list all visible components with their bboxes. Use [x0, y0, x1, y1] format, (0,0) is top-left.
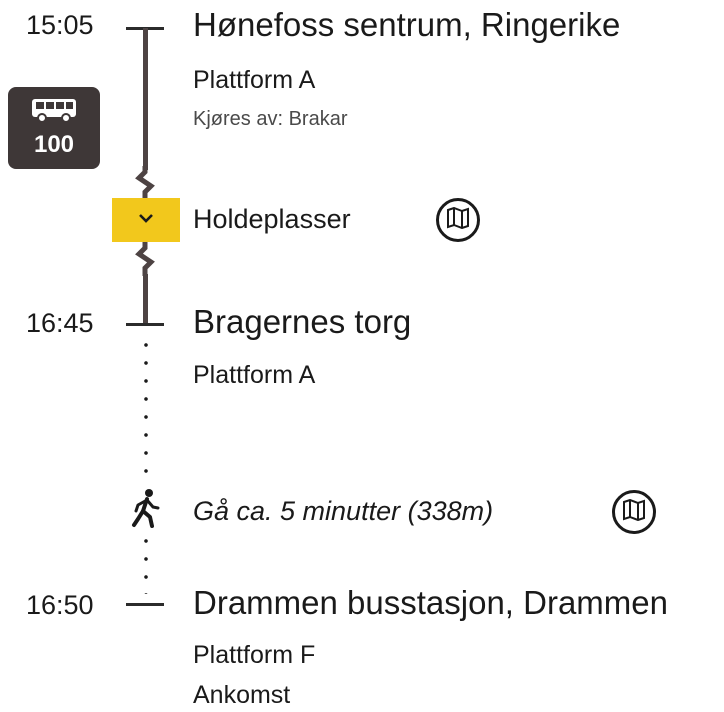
bus-line-badge: 100 — [8, 87, 100, 169]
platform-label: Plattform F — [193, 641, 316, 669]
stops-toggle-label[interactable]: Holdeplasser — [193, 204, 351, 235]
timeline-rail — [143, 28, 148, 170]
chevron-down-icon — [138, 211, 154, 229]
departure-time: 15:05 — [26, 10, 94, 40]
walking-path — [144, 336, 148, 482]
timeline-rail — [143, 274, 148, 324]
timeline-break — [135, 242, 155, 276]
map-icon — [446, 206, 470, 234]
arrival-status: Ankomst — [193, 681, 291, 709]
platform-label: Plattform A — [193, 361, 316, 389]
timeline-break — [135, 166, 155, 200]
walking-path — [144, 532, 148, 594]
timeline-tick — [126, 603, 164, 606]
arrival-time: 16:50 — [26, 590, 94, 620]
map-icon — [622, 498, 646, 526]
bus-icon — [31, 98, 77, 129]
expand-stops-button[interactable] — [112, 198, 180, 242]
walk-duration: Gå ca. 5 minutter (338m) — [193, 496, 494, 526]
operator-label: Kjøres av: Brakar — [193, 108, 348, 130]
map-button[interactable] — [612, 490, 656, 534]
departure-time: 16:45 — [26, 308, 94, 338]
platform-label: Plattform A — [193, 66, 316, 94]
stop-name: Bragernes torg — [193, 303, 412, 340]
map-button[interactable] — [436, 198, 480, 242]
bus-line-number: 100 — [33, 130, 75, 158]
stop-name: Drammen busstasjon, Drammen — [193, 584, 668, 621]
walking-person-icon — [130, 488, 162, 533]
stop-name: Hønefoss sentrum, Ringerike — [193, 6, 621, 43]
timeline-tick — [126, 323, 164, 326]
